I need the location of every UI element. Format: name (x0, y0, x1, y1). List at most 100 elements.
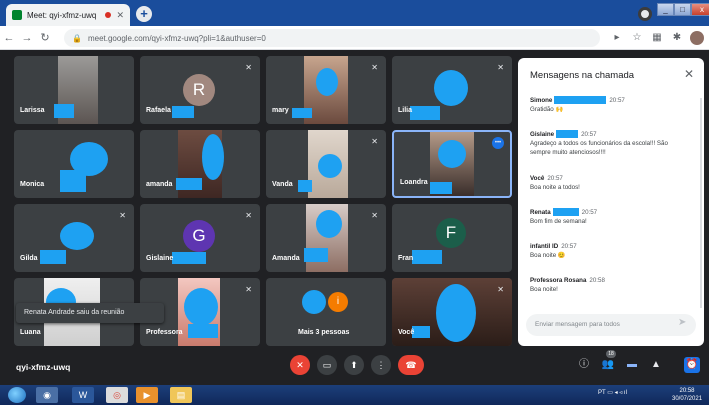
leave-call-button[interactable]: ☎ (398, 355, 424, 375)
participant-tile[interactable]: Larissa (14, 56, 134, 124)
participant-tile[interactable]: G ✕ Gislaine (140, 204, 260, 272)
redaction-box (554, 96, 607, 105)
chrome-profile-avatar[interactable] (690, 31, 704, 45)
participant-name: Loandra (400, 179, 428, 186)
participant-tile[interactable]: Monica (14, 130, 134, 198)
participant-name: Lilia (398, 107, 413, 114)
message-text: Gratidão 🙌 (530, 106, 564, 113)
message-text: Bom fim de semana! (530, 218, 587, 225)
tab-title: Meet: qyi-xfmz-uwq (27, 10, 97, 20)
meet-area: Larissa R ✕ Rafaela ✕ mary ✕ Lilia Monic… (0, 50, 709, 385)
mic-off-icon: ✕ (245, 63, 252, 72)
window-close-icon[interactable]: x (691, 3, 709, 16)
mic-off-icon: ✕ (245, 285, 252, 294)
redaction-box (412, 250, 442, 264)
taskbar-player-icon[interactable]: ▶ (136, 387, 158, 403)
window-controls: _ □ x (657, 3, 709, 16)
participant-tile[interactable]: ✕ Vanda (266, 130, 386, 198)
redaction-box (172, 106, 194, 118)
address-bar[interactable]: 🔒 meet.google.com/qyi-xfmz-uwq?pli=1&aut… (64, 29, 600, 47)
more-participants-tile[interactable]: i Mais 3 pessoas (266, 278, 386, 346)
new-tab-button[interactable]: + (136, 6, 152, 22)
camera-permission-icon[interactable]: ▸ (610, 31, 624, 45)
start-button[interactable] (8, 387, 26, 403)
message-text: Agradeço a todos os funcionários da esco… (530, 140, 668, 156)
bookmark-star-icon[interactable]: ☆ (630, 31, 644, 45)
chat-scrollbar[interactable] (700, 98, 702, 308)
participant-name: Gilda (20, 255, 38, 262)
chat-message-input[interactable]: Enviar mensagem para todos (526, 314, 696, 336)
participant-tile[interactable]: R ✕ Rafaela (140, 56, 260, 124)
recording-dot-icon (105, 12, 112, 18)
message-text: Boa noite a todos! (530, 184, 580, 191)
close-icon[interactable]: ✕ (684, 67, 694, 81)
taskbar-chrome-icon[interactable]: ◎ (106, 387, 128, 403)
participant-name: mary (272, 107, 289, 114)
redaction-circle (60, 222, 94, 250)
message-time: 20:57 (547, 175, 563, 182)
participant-tile[interactable]: amanda (140, 130, 260, 198)
redaction-box (556, 130, 579, 139)
browser-tab[interactable]: Meet: qyi-xfmz-uwq ✕ (6, 4, 130, 26)
activities-button[interactable]: ▲ (648, 357, 664, 373)
record-icon[interactable] (638, 7, 652, 21)
more-vert-icon: ⋮ (376, 360, 386, 370)
timer-extension-button[interactable]: ⏰ (684, 357, 700, 373)
redaction-box (430, 182, 452, 194)
chat-button[interactable]: ▬ (624, 357, 640, 373)
present-button[interactable]: ⬆ (344, 355, 364, 375)
back-icon[interactable]: ← (0, 32, 18, 44)
system-clock[interactable]: 20:58 30/07/2021 (672, 387, 702, 403)
forward-icon[interactable]: → (18, 32, 36, 44)
participant-tile[interactable]: ✕ mary (266, 56, 386, 124)
mic-toggle-button[interactable]: ✕ (290, 355, 310, 375)
clock-date: 30/07/2021 (672, 396, 703, 402)
chat-message: Simone 20:57 Gratidão 🙌 (530, 96, 690, 114)
message-time: 20:57 (581, 209, 598, 216)
participant-tile[interactable]: F Fran (392, 204, 512, 272)
camera-toggle-button[interactable]: ▭ (317, 355, 337, 375)
participant-tile[interactable]: ✕ Lilia (392, 56, 512, 124)
redaction-box (412, 326, 430, 338)
taskbar-folder-icon[interactable]: ▤ (170, 387, 192, 403)
redaction-circle (184, 288, 218, 326)
self-view-tile[interactable]: ✕ Você (392, 278, 512, 346)
hang-up-icon: ☎ (405, 360, 417, 370)
participant-tile[interactable]: ✕ Amanda (266, 204, 386, 272)
participant-tile[interactable]: ✕ Gilda (14, 204, 134, 272)
participant-tile-speaking[interactable]: ••• Loandra (392, 130, 512, 198)
mic-off-icon: ✕ (119, 211, 126, 220)
system-tray[interactable]: PT ▭ ◂ ◃ ıl (598, 389, 627, 396)
message-text: Boa noite 😊 (530, 252, 566, 259)
reload-icon[interactable]: ↻ (36, 31, 54, 44)
chat-message: Professora Rosana 20:58 Boa noite! (530, 276, 690, 294)
present-screen-icon: ⬆ (350, 360, 358, 370)
avatar: R (183, 74, 215, 106)
minimize-icon[interactable]: _ (657, 3, 674, 16)
meeting-details-button[interactable]: ⓘ (576, 357, 592, 373)
extension-grid-icon[interactable]: ▦ (650, 31, 664, 45)
taskbar-word-icon[interactable]: W (72, 387, 94, 403)
participant-name: Fran (398, 255, 414, 262)
participant-name: Rafaela (146, 107, 171, 114)
clock-time: 20:58 (679, 388, 695, 394)
meeting-code: qyi-xfmz-uwq (16, 362, 71, 372)
redaction-circle (302, 290, 326, 314)
redaction-box (552, 208, 579, 217)
chat-panel: Mensagens na chamada ✕ Simone 20:57 Grati… (518, 58, 704, 346)
taskbar-media-player-icon[interactable]: ◉ (36, 387, 58, 403)
message-time: 20:57 (561, 243, 577, 250)
chat-title: Mensagens na chamada (530, 70, 635, 81)
participant-name: Professora (146, 329, 183, 336)
activities-icon: ▲ (651, 359, 661, 370)
send-icon[interactable]: ➤ (678, 317, 686, 328)
extensions-puzzle-icon[interactable]: ✱ (670, 31, 684, 45)
redaction-box (176, 178, 202, 190)
tab-close-icon[interactable]: ✕ (116, 10, 124, 21)
more-options-button[interactable]: ⋮ (371, 355, 391, 375)
maximize-icon[interactable]: □ (674, 3, 691, 16)
toolbar-right: ▸ ☆ ▦ ✱ ⋮ (610, 31, 709, 45)
chat-message: Renata 20:57 Bom fim de semana! (530, 208, 690, 226)
people-button[interactable]: 👥 (600, 357, 616, 373)
redaction-box (304, 248, 328, 262)
